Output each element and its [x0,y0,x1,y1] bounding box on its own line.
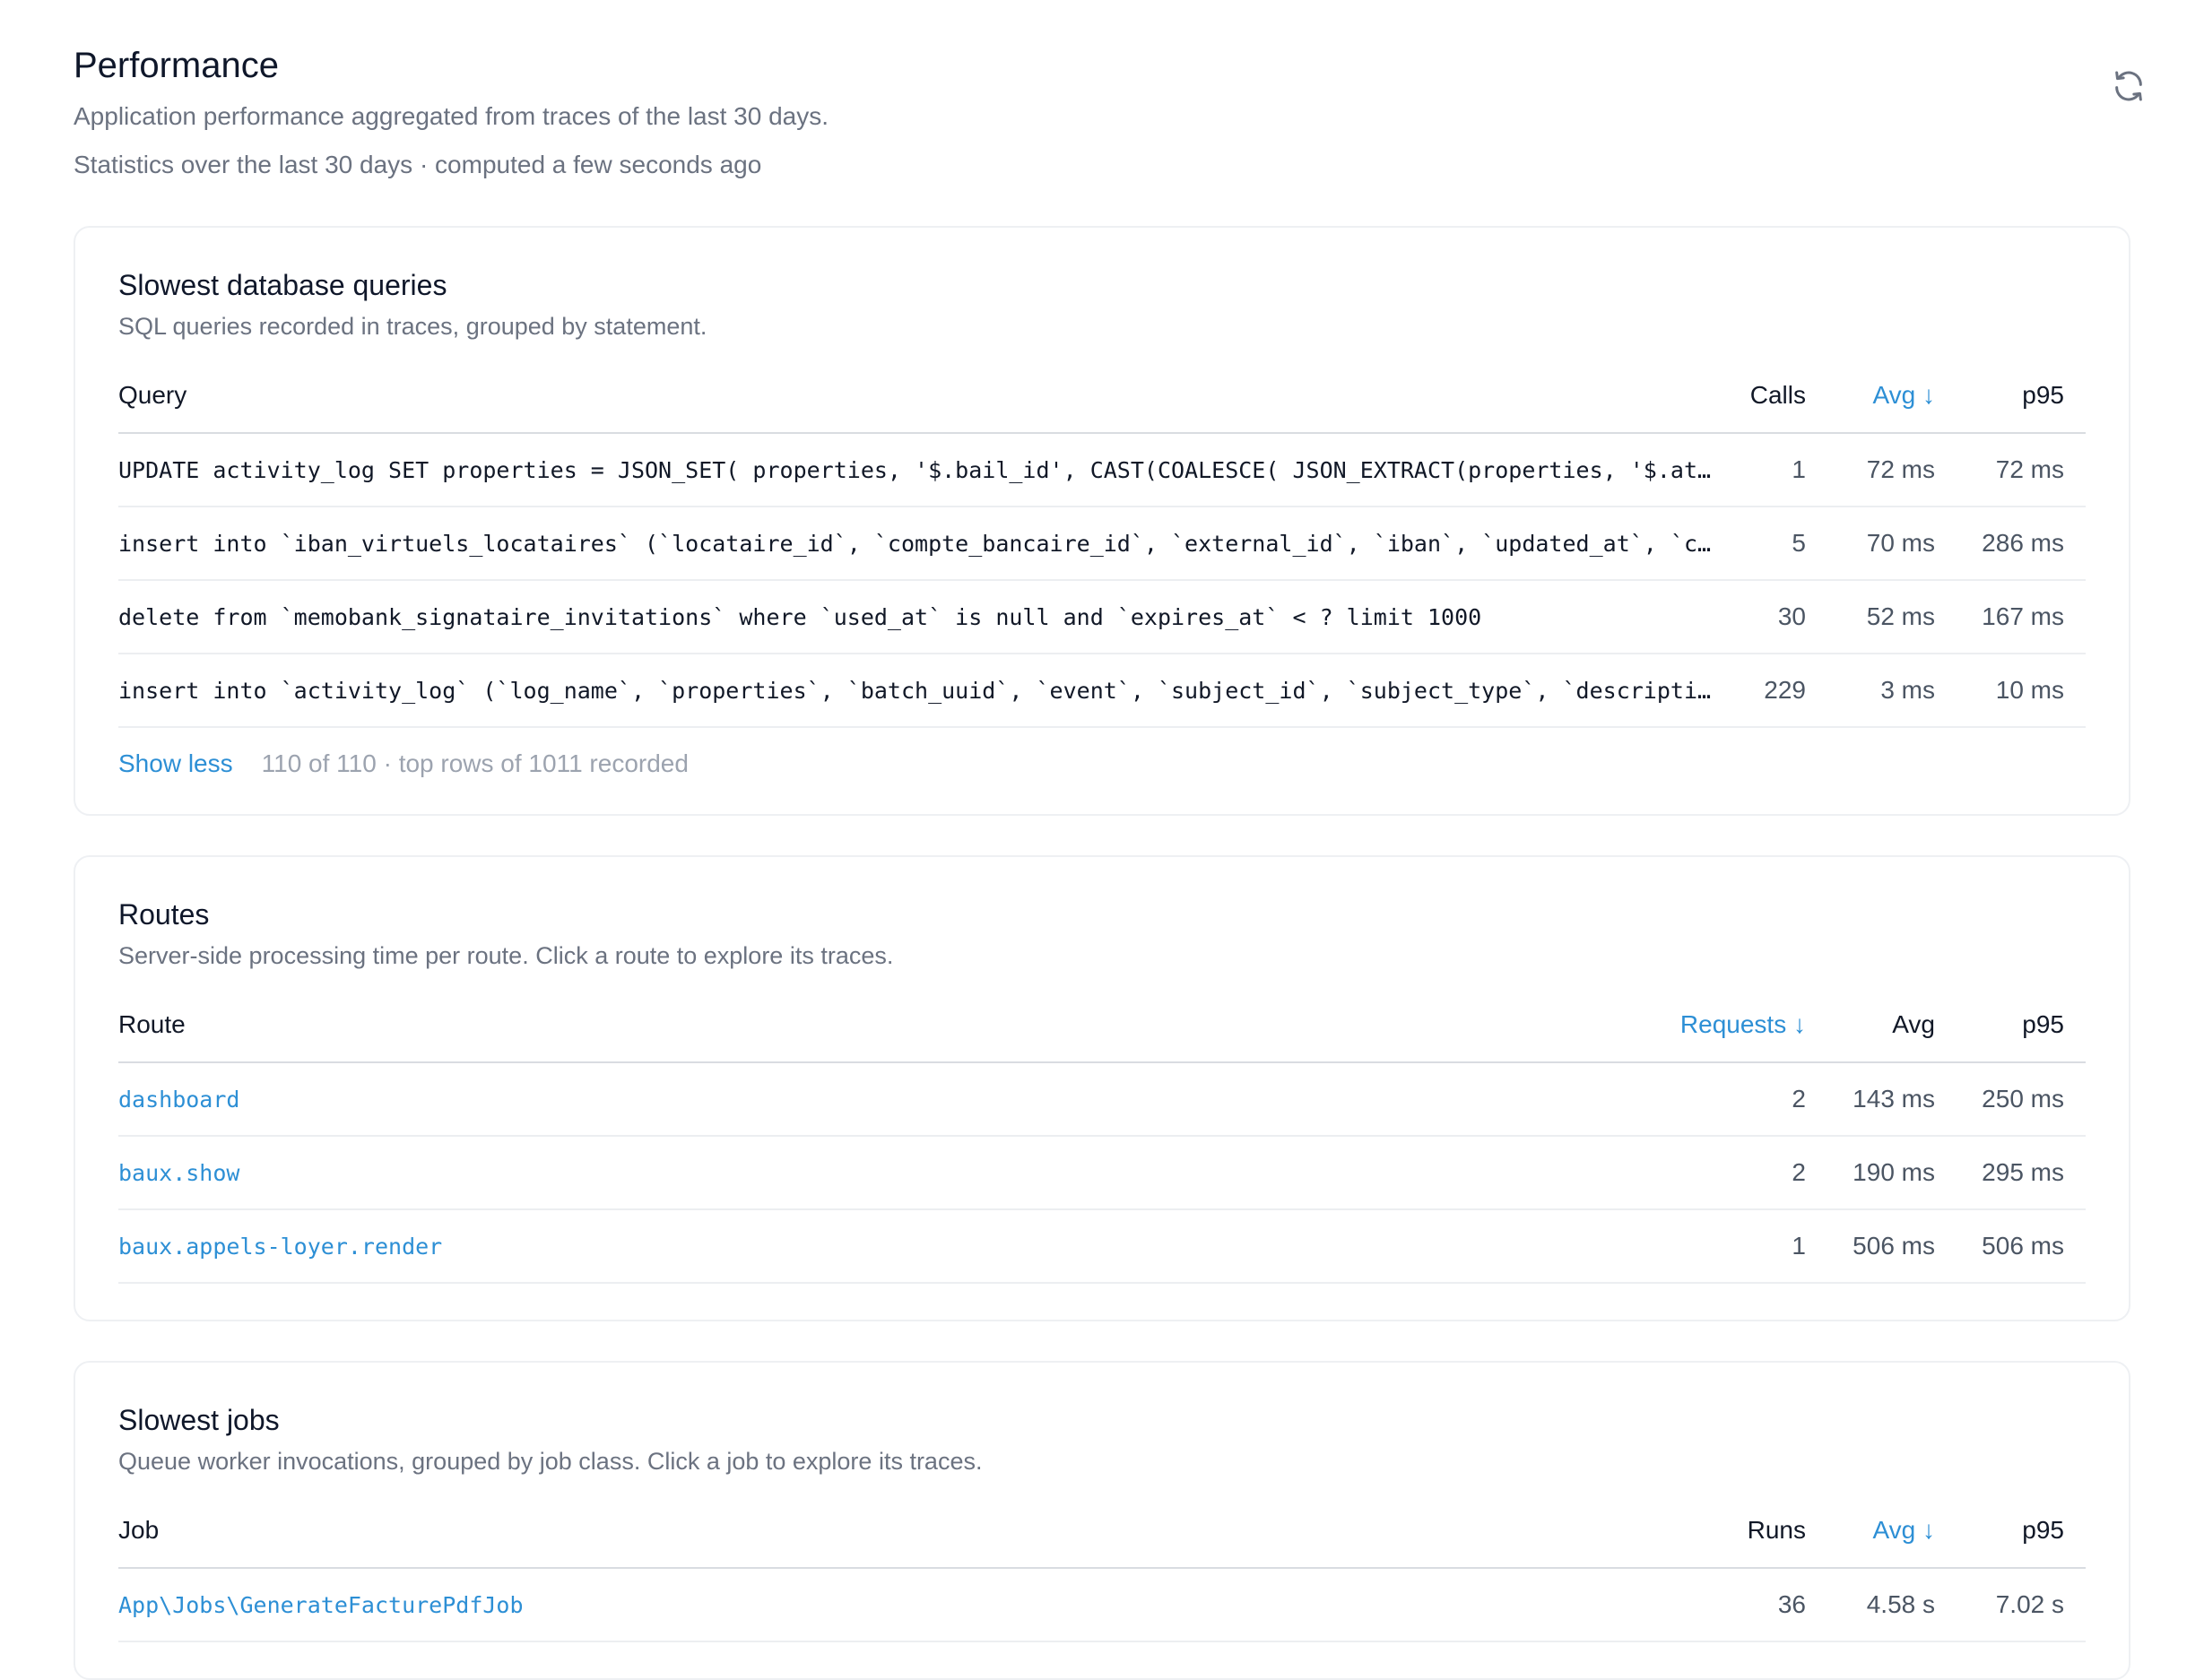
column-header-route: Route [118,1009,1648,1063]
page-subtitle: Application performance aggregated from … [74,102,829,130]
table-header-row: Query Calls Avg ↓ p95 [118,380,2086,434]
avg-cell: 72 ms [1827,433,1957,507]
calls-cell: 1 [1741,433,1827,507]
column-header-avg[interactable]: Avg ↓ [1827,1515,1957,1569]
jobs-table: Job Runs Avg ↓ p95 App\Jobs\GenerateFact… [118,1515,2086,1642]
column-header-avg[interactable]: Avg [1827,1009,1957,1063]
table-header-row: Job Runs Avg ↓ p95 [118,1515,2086,1569]
column-header-job: Job [118,1515,1720,1569]
table-row: delete from `memobank_signataire_invitat… [118,580,2086,654]
slowest-jobs-card: Slowest jobs Queue worker invocations, g… [74,1361,2130,1680]
avg-cell: 506 ms [1827,1209,1957,1284]
column-header-query: Query [118,380,1741,434]
p95-cell: 7.02 s [1957,1568,2086,1642]
p95-cell: 72 ms [1957,433,2086,507]
query-cell: insert into `iban_virtuels_locataires` (… [118,507,1741,581]
page-title: Performance [74,46,279,85]
column-header-avg[interactable]: Avg ↓ [1827,380,1957,434]
refresh-icon [2115,71,2142,101]
stats-line: Statistics over the last 30 days · compu… [74,151,762,178]
avg-cell: 3 ms [1827,654,1957,728]
p95-cell: 10 ms [1957,654,2086,728]
route-link[interactable]: dashboard [118,1087,239,1113]
table-row[interactable]: baux.show 2 190 ms 295 ms [118,1136,2086,1210]
card-description: Queue worker invocations, grouped by job… [118,1448,983,1475]
table-row[interactable]: App\Jobs\GenerateFacturePdfJob 36 4.58 s… [118,1568,2086,1642]
route-cell[interactable]: baux.show [118,1136,1648,1210]
slowest-queries-card: Slowest database queries SQL queries rec… [74,226,2130,816]
table-header-row: Route Requests ↓ Avg p95 [118,1009,2086,1063]
route-cell[interactable]: baux.appels-loyer.render [118,1209,1648,1284]
table-row[interactable]: dashboard 2 143 ms 250 ms [118,1062,2086,1137]
avg-cell: 4.58 s [1827,1568,1957,1642]
table-row: insert into `iban_virtuels_locataires` (… [118,507,2086,581]
route-link[interactable]: baux.appels-loyer.render [118,1234,442,1260]
route-cell[interactable]: dashboard [118,1062,1648,1137]
show-less-button[interactable]: Show less [118,749,233,778]
table-row[interactable]: baux.appels-loyer.render 1 506 ms 506 ms [118,1209,2086,1284]
query-cell: insert into `activity_log` (`log_name`, … [118,654,1741,728]
job-link[interactable]: App\Jobs\GenerateFacturePdfJob [118,1592,524,1618]
performance-page: Performance Application performance aggr… [0,0,2204,1680]
p95-cell: 506 ms [1957,1209,2086,1284]
p95-cell: 295 ms [1957,1136,2086,1210]
rows-count-info: 110 of 110 · top rows of 1011 recorded [261,749,689,777]
refresh-button[interactable] [2107,65,2150,108]
avg-cell: 143 ms [1827,1062,1957,1137]
query-cell: UPDATE activity_log SET properties = JSO… [118,433,1741,507]
table-row: UPDATE activity_log SET properties = JSO… [118,433,2086,507]
card-title: Slowest jobs [118,1404,280,1436]
column-header-runs[interactable]: Runs [1720,1515,1827,1569]
route-link[interactable]: baux.show [118,1160,239,1186]
p95-cell: 167 ms [1957,580,2086,654]
calls-cell: 229 [1741,654,1827,728]
avg-cell: 190 ms [1827,1136,1957,1210]
p95-cell: 250 ms [1957,1062,2086,1137]
calls-cell: 30 [1741,580,1827,654]
runs-cell: 36 [1720,1568,1827,1642]
avg-cell: 70 ms [1827,507,1957,581]
table-row: insert into `activity_log` (`log_name`, … [118,654,2086,728]
job-cell[interactable]: App\Jobs\GenerateFacturePdfJob [118,1568,1720,1642]
column-header-calls[interactable]: Calls [1741,380,1827,434]
query-cell: delete from `memobank_signataire_invitat… [118,580,1741,654]
card-title: Routes [118,898,210,931]
requests-cell: 2 [1648,1062,1827,1137]
routes-table: Route Requests ↓ Avg p95 dashboard 2 143… [118,1009,2086,1284]
card-description: SQL queries recorded in traces, grouped … [118,313,707,340]
queries-footer: Show less 110 of 110 · top rows of 1011 … [118,749,2086,778]
avg-cell: 52 ms [1827,580,1957,654]
column-header-requests[interactable]: Requests ↓ [1648,1009,1827,1063]
requests-cell: 1 [1648,1209,1827,1284]
column-header-p95[interactable]: p95 [1957,380,2086,434]
card-title: Slowest database queries [118,269,447,301]
column-header-p95[interactable]: p95 [1957,1009,2086,1063]
requests-cell: 2 [1648,1136,1827,1210]
card-description: Server-side processing time per route. C… [118,942,894,969]
calls-cell: 5 [1741,507,1827,581]
queries-table: Query Calls Avg ↓ p95 UPDATE activity_lo… [118,380,2086,728]
routes-card: Routes Server-side processing time per r… [74,855,2130,1321]
p95-cell: 286 ms [1957,507,2086,581]
column-header-p95[interactable]: p95 [1957,1515,2086,1569]
